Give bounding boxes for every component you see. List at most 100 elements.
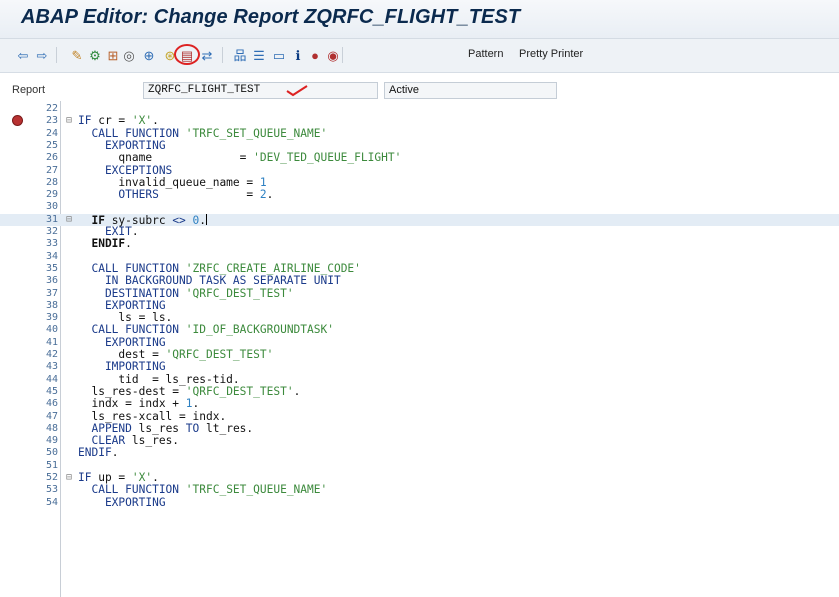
code-line[interactable]: 42 dest = 'QRFC_DEST_TEST' [0,349,839,361]
code-text: APPEND ls_res TO lt_res. [78,422,253,435]
info-icon[interactable]: ℹ [289,46,307,64]
code-token: ls_res-dest = [78,384,186,398]
breakpoint-icon[interactable] [12,115,23,127]
code-token: IN BACKGROUND TASK AS SEPARATE UNIT [78,274,341,288]
code-line[interactable]: 33 ENDIF. [0,238,839,250]
status-text: Active [389,84,419,96]
code-line[interactable]: 40 CALL FUNCTION 'ID_OF_BACKGROUNDTASK' [0,324,839,336]
code-token: EXPORTING [78,495,166,509]
code-line[interactable]: 25 EXPORTING [0,139,839,152]
code-line[interactable]: 41 EXPORTING [0,336,839,349]
code-token: indx = indx + [78,397,186,411]
code-line[interactable]: 34 [0,251,839,263]
code-line[interactable]: 22 [0,103,839,115]
code-line[interactable]: 52 ⊟ IF up = 'X'. [0,472,839,484]
code-line[interactable]: 49 CLEAR ls_res. [0,435,839,447]
code-token: IMPORTING [78,360,166,374]
set-breakpoint-icon[interactable]: ● [306,46,324,64]
code-text: dest = 'QRFC_DEST_TEST' [78,349,273,361]
code-line[interactable]: 51 [0,460,839,472]
code-line[interactable]: 50 ENDIF. [0,447,839,459]
code-text: EXPORTING [78,495,166,509]
code-token: EXIT [78,225,132,238]
session-breakpoint-icon[interactable]: ◉ [324,46,342,64]
report-name-field[interactable]: ZQRFC_FLIGHT_TEST [143,82,378,99]
code-token: 1 [259,175,267,189]
code-token: CALL FUNCTION [78,323,186,337]
code-token: 'ID_OF_BACKGROUNDTASK' [185,323,334,337]
code-line[interactable]: 36 IN BACKGROUND TASK AS SEPARATE UNIT [0,275,839,287]
code-text: CALL FUNCTION 'ID_OF_BACKGROUNDTASK' [78,324,334,336]
code-line[interactable]: 23 ⊟ IF cr = 'X'. [0,115,839,127]
code-token: . [152,471,159,484]
code-line[interactable]: 35 CALL FUNCTION 'ZRFC_CREATE_AIRLINE_CO… [0,262,839,275]
code-text: ENDIF. [78,238,131,250]
code-token: 'QRFC_DEST_TEST' [185,286,294,300]
code-text: EXPORTING [78,336,166,349]
code-line[interactable]: 27 EXCEPTIONS [0,164,839,177]
line-number: 33 [45,238,58,250]
hierarchy-icon[interactable]: 品 [231,46,249,64]
code-line[interactable]: 48 APPEND ls_res TO lt_res. [0,422,839,435]
code-line[interactable]: 28 invalid_queue_name = 1 [0,175,839,189]
code-line[interactable]: 26 qname = 'DEV_TED_QUEUE_FLIGHT' [0,152,839,164]
code-token: 'X' [131,471,153,484]
code-token: ls = ls. [78,311,173,325]
line-number: 38 [45,299,58,311]
window-icon[interactable]: ▭ [270,46,288,64]
code-text: IN BACKGROUND TASK AS SEPARATE UNIT [78,275,341,287]
active-inactive-icon[interactable]: ⚙ [86,46,104,64]
code-text: CALL FUNCTION 'ZRFC_CREATE_AIRLINE_CODE' [78,262,360,275]
line-number: 47 [45,410,58,422]
activate-icon[interactable]: ◎ [120,46,138,64]
back-arrow-icon[interactable]: ⇦ [14,46,32,64]
code-token: . [152,114,159,128]
code-editor[interactable]: 22 23 ⊟ IF cr = 'X'. 24 CALL FUNCTION 'TRFC_… [0,101,839,597]
code-text: indx = indx + 1. [78,398,199,410]
display-change-icon[interactable]: ✎ [68,46,86,64]
test-icon[interactable]: ⊕ [140,46,158,64]
code-text: ls = ls. [78,312,172,324]
code-line[interactable]: 32 EXIT. [0,226,839,238]
toolbar-separator [222,47,223,63]
line-number: 40 [45,324,58,336]
code-line[interactable]: 43 IMPORTING [0,361,839,373]
code-text: ls_res-dest = 'QRFC_DEST_TEST'. [78,384,300,398]
code-token: . [131,225,139,238]
line-number: 39 [45,312,58,324]
code-line[interactable]: 45 ls_res-dest = 'QRFC_DEST_TEST'. [0,384,839,398]
line-number: 53 [45,484,58,496]
code-line[interactable]: 39 ls = ls. [0,312,839,324]
code-text: EXCEPTIONS [78,164,172,177]
code-token: 'X' [131,114,153,128]
code-line[interactable]: 53 CALL FUNCTION 'TRFC_SET_QUEUE_NAME' [0,484,839,496]
code-token: . [192,397,200,411]
code-line[interactable]: 38 EXPORTING [0,299,839,312]
line-number: 37 [45,287,58,299]
fold-toggle-icon[interactable]: ⊟ [66,115,76,127]
line-number: 41 [45,336,58,348]
fold-toggle-icon[interactable]: ⊟ [66,472,76,484]
layout-icon[interactable]: ☰ [250,46,268,64]
code-line[interactable]: 31 ⊟ IF sy-subrc <> 0. [0,213,839,226]
code-text: IF up = 'X'. [78,472,159,484]
code-line[interactable]: 29 OTHERS = 2. [0,189,839,201]
navigation-window-icon[interactable]: ⇄ [198,46,216,64]
code-line[interactable]: 44 tid = ls_res-tid. [0,373,839,386]
text-cursor [206,213,208,225]
code-line[interactable]: 37 DESTINATION 'QRFC_DEST_TEST' [0,286,839,300]
pretty-printer-button[interactable]: Pretty Printer [519,48,583,60]
code-token: IF [78,114,99,128]
code-token: 'TRFC_SET_QUEUE_NAME' [185,483,328,497]
code-line[interactable]: 24 CALL FUNCTION 'TRFC_SET_QUEUE_NAME' [0,127,839,140]
forward-arrow-icon[interactable]: ⇨ [33,46,51,64]
code-line[interactable]: 47 ls_res-xcall = indx. [0,410,839,423]
code-line[interactable]: 54 EXPORTING [0,495,839,509]
code-line[interactable]: 46 indx = indx + 1. [0,398,839,410]
pattern-button[interactable]: Pattern [468,48,503,60]
code-line[interactable]: 30 [0,201,839,213]
toolbar-separator [56,47,57,63]
report-label: Report [12,84,46,96]
code-token: up = [98,471,132,484]
fold-toggle-icon[interactable]: ⊟ [66,214,76,226]
